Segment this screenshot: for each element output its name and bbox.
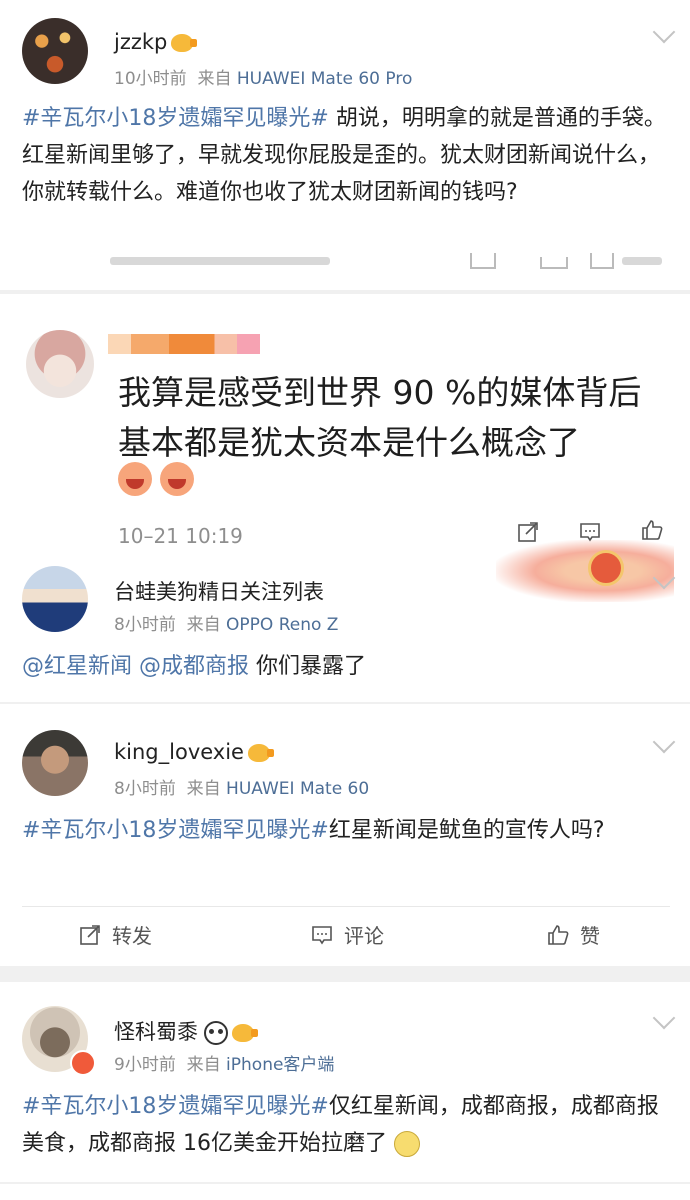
hashtag-link[interactable]: #辛瓦尔小18岁遗孀罕见曝光# bbox=[22, 1094, 329, 1119]
like-icon[interactable] bbox=[640, 518, 664, 542]
like-label: 赞 bbox=[580, 924, 600, 948]
vip-badge-icon bbox=[171, 34, 198, 52]
post-text: #辛瓦尔小18岁遗孀罕见曝光# 胡说，明明拿的就是普通的手袋。红星新闻里够了，早… bbox=[22, 106, 666, 205]
quoted-text: 我算是感受到世界 90 %的媒体背后基本都是犹太资本是什么概念了 bbox=[118, 373, 642, 462]
post-meta: 8小时前 来自 OPPO Reno Z bbox=[114, 615, 339, 635]
username[interactable]: king_lovexie bbox=[114, 740, 274, 764]
laughing-emoji-icon bbox=[160, 462, 194, 496]
avatar[interactable] bbox=[22, 730, 88, 796]
panda-icon bbox=[204, 1021, 228, 1045]
vip-badge-icon bbox=[247, 744, 274, 762]
post-meta: 10小时前 来自 HUAWEI Mate 60 Pro bbox=[114, 69, 413, 89]
comment-icon bbox=[312, 925, 332, 944]
avatar[interactable] bbox=[26, 330, 94, 398]
quoted-time: 10–21 10:19 bbox=[118, 524, 243, 548]
chevron-down-icon[interactable] bbox=[652, 20, 676, 44]
comment-button[interactable]: 评论 bbox=[310, 920, 384, 949]
post-meta: 9小时前 来自 iPhone客户端 bbox=[114, 1055, 335, 1075]
repost-button[interactable]: 转发 bbox=[78, 920, 152, 949]
chevron-down-icon[interactable] bbox=[652, 730, 676, 754]
repost-icon bbox=[80, 924, 100, 945]
post-meta: 8小时前 来自 HUAWEI Mate 60 bbox=[114, 779, 370, 799]
username[interactable]: 怪科蜀黍 bbox=[114, 1016, 258, 1046]
divider bbox=[0, 966, 690, 982]
username[interactable]: 台蛙美狗精日关注列表 bbox=[114, 576, 324, 606]
like-button[interactable]: 赞 bbox=[546, 920, 600, 949]
cropped-strip bbox=[110, 253, 670, 269]
mention-link[interactable]: @成都商报 bbox=[139, 654, 249, 679]
post-text: @红星新闻 @成都商报 你们暴露了 bbox=[22, 654, 367, 679]
post-text: #辛瓦尔小18岁遗孀罕见曝光#仅红星新闻，成都商报，成都商报美食，成都商报 16… bbox=[22, 1094, 659, 1157]
vip-badge-icon bbox=[232, 1024, 258, 1042]
decorative-banner bbox=[496, 540, 674, 602]
username[interactable]: jzzkp bbox=[114, 30, 198, 54]
username-redacted bbox=[108, 334, 260, 354]
divider bbox=[0, 1182, 690, 1184]
comment-label: 评论 bbox=[344, 924, 384, 948]
emoji-row bbox=[118, 462, 202, 496]
divider bbox=[0, 702, 690, 704]
divider bbox=[22, 906, 670, 907]
laughing-emoji-icon bbox=[118, 462, 152, 496]
avatar[interactable] bbox=[22, 18, 88, 84]
repost-label: 转发 bbox=[112, 924, 152, 948]
chevron-down-icon[interactable] bbox=[652, 1006, 676, 1030]
like-icon bbox=[548, 924, 569, 945]
post-text: #辛瓦尔小18岁遗孀罕见曝光#红星新闻是鱿鱼的宣传人吗? bbox=[22, 818, 605, 843]
mention-link[interactable]: @红星新闻 bbox=[22, 654, 132, 679]
dizzy-emoji-icon bbox=[394, 1131, 420, 1157]
verified-badge-icon bbox=[70, 1050, 96, 1076]
hashtag-link[interactable]: #辛瓦尔小18岁遗孀罕见曝光# bbox=[22, 818, 329, 843]
divider bbox=[0, 290, 690, 294]
hashtag-link[interactable]: #辛瓦尔小18岁遗孀罕见曝光# bbox=[22, 106, 329, 131]
avatar[interactable] bbox=[22, 566, 88, 632]
